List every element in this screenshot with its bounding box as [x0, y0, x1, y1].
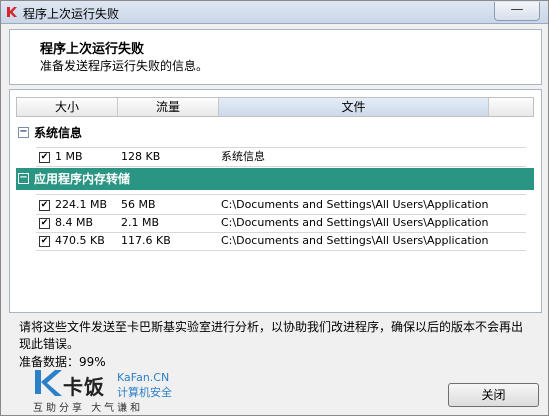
window-title: 程序上次运行失败 [23, 7, 120, 21]
kafan-logo: 卡饭 KaFan.CN 计算机安全 互助分享 大气谦和 [33, 367, 193, 414]
logo-tagline: 计算机安全 [117, 386, 172, 399]
row-traffic: 56 MB [121, 198, 156, 211]
row-traffic: 117.6 KB [121, 234, 171, 247]
kaspersky-icon [7, 7, 17, 17]
table-row[interactable]: ✔ 470.5 KB 117.6 KB C:\Documents and Set… [16, 232, 534, 250]
collapse-icon[interactable]: − [18, 127, 29, 138]
table-row[interactable]: ✔ 224.1 MB 56 MB C:\Documents and Settin… [16, 196, 534, 214]
notice-text: 请将这些文件发送至卡巴斯基实验室进行分析，以协助我们改进程序，确保以后的版本不会… [19, 320, 524, 351]
row-checkbox[interactable]: ✔ [39, 236, 50, 247]
header-title: 程序上次运行失败 [40, 42, 145, 57]
logo-slogan: 互助分享 大气谦和 [33, 403, 144, 414]
table-row[interactable]: ✔ 8.4 MB 2.1 MB C:\Documents and Setting… [16, 214, 534, 232]
row-file: C:\Documents and Settings\All Users\Appl… [221, 216, 491, 229]
column-file[interactable]: 文件 [219, 98, 489, 116]
row-size: 224.1 MB [55, 198, 108, 211]
header-panel: 程序上次运行失败 准备发送程序运行失败的信息。 [9, 29, 542, 85]
minimize-icon: — [510, 2, 524, 17]
divider [36, 194, 526, 195]
row-size: 1 MB [55, 150, 83, 163]
row-traffic: 2.1 MB [121, 216, 160, 229]
crash-report-window: 程序上次运行失败 — 程序上次运行失败 准备发送程序运行失败的信息。 大小 流量… [0, 0, 549, 416]
column-traffic[interactable]: 流量 [118, 98, 219, 116]
divider [36, 250, 526, 251]
column-size[interactable]: 大小 [17, 98, 118, 116]
close-button[interactable]: 关闭 [448, 383, 539, 407]
row-file: C:\Documents and Settings\All Users\Appl… [221, 234, 491, 247]
collapse-icon[interactable]: − [18, 173, 29, 184]
row-file: C:\Documents and Settings\All Users\Appl… [221, 198, 491, 211]
column-header: 大小 流量 文件 [16, 97, 534, 117]
logo-domain: KaFan.CN [117, 371, 170, 384]
header-subtitle: 准备发送程序运行失败的信息。 [40, 59, 209, 73]
row-size: 470.5 KB [55, 234, 105, 247]
row-checkbox[interactable]: ✔ [39, 152, 50, 163]
title-bar: 程序上次运行失败 — [1, 1, 548, 24]
row-traffic: 128 KB [121, 150, 161, 163]
row-checkbox[interactable]: ✔ [39, 200, 50, 211]
group-app-memory-dump[interactable]: − 应用程序内存转储 [16, 168, 534, 190]
kafan-k-icon [35, 370, 62, 396]
group-system-info[interactable]: − 系统信息 [16, 122, 534, 144]
row-file: 系统信息 [221, 150, 265, 163]
file-list-panel: 大小 流量 文件 − 系统信息 ✔ 1 MB 128 KB 系统信息 − 应用程… [9, 89, 542, 313]
group-label: 系统信息 [34, 126, 83, 140]
group-label: 应用程序内存转储 [34, 172, 131, 186]
table-row[interactable]: ✔ 1 MB 128 KB 系统信息 [16, 148, 534, 166]
row-size: 8.4 MB [55, 216, 94, 229]
divider [36, 166, 526, 167]
window-close-button[interactable]: — [494, 2, 540, 21]
row-checkbox[interactable]: ✔ [39, 218, 50, 229]
column-extra[interactable] [489, 98, 533, 116]
logo-name: 卡饭 [63, 375, 105, 399]
